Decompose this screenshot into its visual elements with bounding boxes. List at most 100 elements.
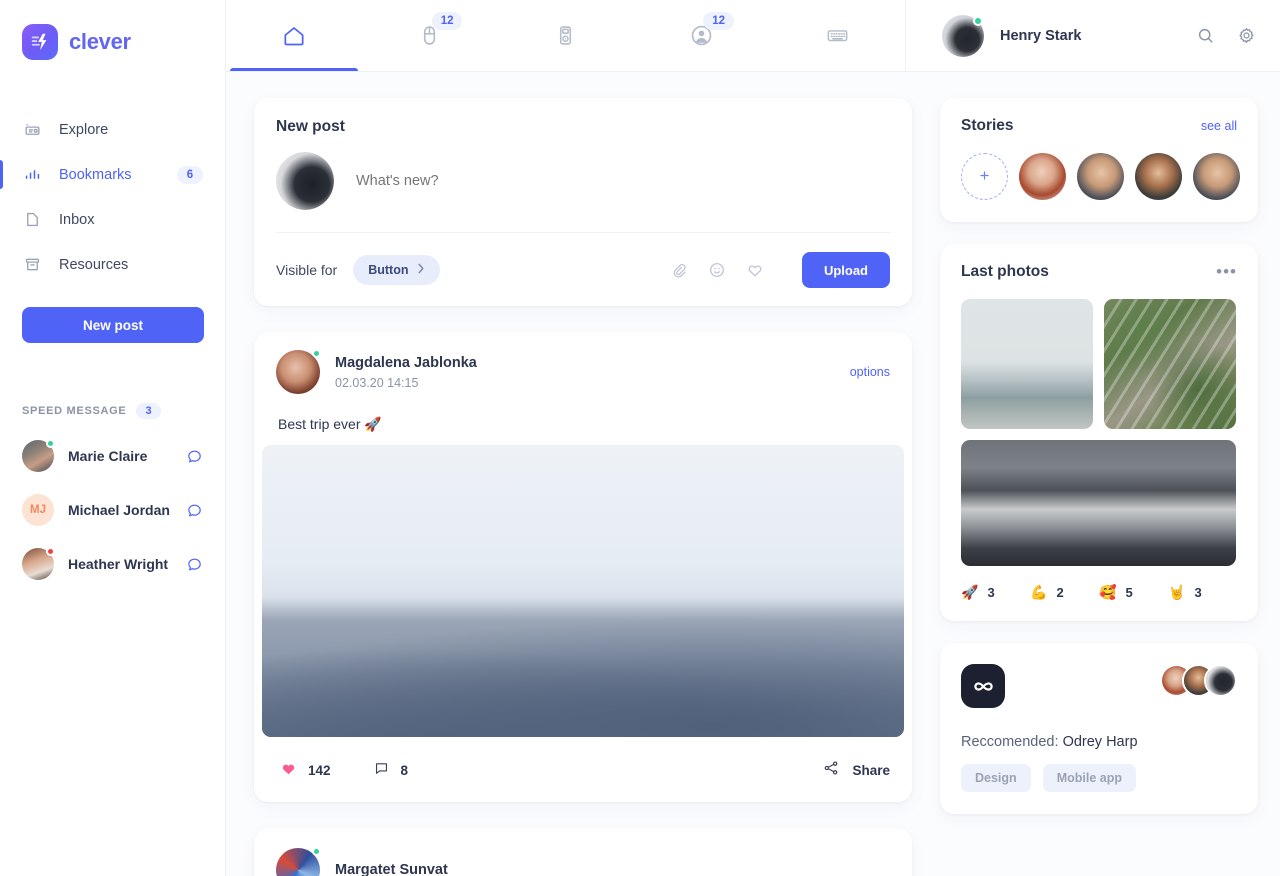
topbar-actions — [1196, 26, 1256, 45]
tab-badge-mouse: 12 — [431, 12, 463, 30]
smiling-hearts-reaction[interactable]: 🥰 5 — [1099, 584, 1168, 601]
home-icon — [284, 26, 304, 45]
status-dot-online — [312, 847, 321, 856]
feed-column: New post Visible for Button — [254, 98, 912, 876]
add-story-button[interactable] — [961, 153, 1008, 200]
tag-mobile-app[interactable]: Mobile app — [1042, 764, 1136, 792]
comment-icon — [373, 760, 390, 782]
share-label: Share — [852, 763, 890, 778]
heart-filled-icon — [280, 760, 297, 782]
sidebar-item-explore[interactable]: Explore — [0, 107, 225, 152]
avatar — [22, 547, 55, 580]
contact-item[interactable]: Heather Wright — [0, 537, 225, 591]
visibility-dropdown-label: Button — [368, 263, 409, 277]
photo-grid — [940, 281, 1258, 566]
avatar — [22, 439, 55, 472]
share-button[interactable]: Share — [822, 759, 890, 782]
chat-bubble-icon[interactable] — [186, 556, 203, 573]
recommended-card: Reccomended: Odrey Harp Design Mobile ap… — [940, 643, 1258, 814]
photo-item[interactable] — [961, 299, 1093, 429]
avatar[interactable] — [276, 349, 321, 394]
avatar: MJ — [22, 494, 54, 526]
contact-item[interactable]: MJ Michael Jordan — [0, 483, 225, 537]
stories-list — [940, 135, 1258, 222]
photo-item[interactable] — [1104, 299, 1236, 429]
rock-on-emoji: 🤘 — [1168, 584, 1186, 600]
tag-design[interactable]: Design — [961, 764, 1031, 792]
last-photos-title: Last photos — [961, 263, 1049, 280]
more-horizontal-icon[interactable]: ••• — [1216, 263, 1237, 280]
rock-on-reaction[interactable]: 🤘 3 — [1168, 584, 1237, 601]
media-player-icon — [559, 26, 572, 45]
tab-media-player[interactable] — [498, 0, 634, 71]
story-item[interactable] — [1077, 153, 1124, 200]
search-icon[interactable] — [1196, 26, 1215, 45]
photo-item[interactable] — [961, 440, 1236, 566]
new-post-footer: Visible for Button Upload — [276, 233, 890, 288]
visible-for-label: Visible for — [276, 262, 338, 278]
story-item[interactable] — [1019, 153, 1066, 200]
like-stat[interactable]: 142 — [280, 760, 331, 782]
post-text: Best trip ever 🚀 — [278, 416, 382, 432]
tab-mouse[interactable]: 12 — [362, 0, 498, 71]
story-item[interactable] — [1135, 153, 1182, 200]
rocket-emoji: 🚀 — [961, 584, 979, 600]
chat-bubble-icon[interactable] — [186, 448, 203, 465]
recommended-avatars — [1160, 664, 1237, 697]
keyboard-icon — [827, 30, 847, 42]
avatar[interactable] — [276, 847, 321, 876]
sidebar-item-label: Explore — [59, 121, 109, 138]
rocket-count: 3 — [987, 585, 995, 600]
visibility-dropdown[interactable]: Button — [353, 255, 441, 285]
muscle-count: 2 — [1056, 585, 1064, 600]
stories-card: Stories see all — [940, 98, 1258, 222]
smiling-hearts-count: 5 — [1125, 585, 1133, 600]
sidebar-badge-bookmarks: 6 — [177, 165, 203, 184]
status-dot-alert — [46, 547, 55, 556]
upload-button[interactable]: Upload — [801, 252, 890, 288]
rocket-reaction[interactable]: 🚀 3 — [961, 584, 1030, 601]
tab-keyboard[interactable] — [769, 0, 905, 71]
chat-bubble-icon[interactable] — [186, 502, 203, 519]
sidebar-item-resources[interactable]: Resources — [0, 242, 225, 287]
rock-on-count: 3 — [1194, 585, 1202, 600]
like-count: 142 — [308, 763, 331, 778]
brand-logo[interactable]: clever — [0, 0, 225, 60]
contact-list: Marie Claire MJ Michael Jordan Heather W… — [0, 429, 225, 591]
user-bar: Henry Stark — [906, 0, 1280, 71]
sidebar-item-inbox[interactable]: Inbox — [0, 197, 225, 242]
app-root: clever Explore Bookmarks 6 Inbox Resourc… — [0, 0, 1280, 876]
comment-stat[interactable]: 8 — [373, 760, 408, 782]
speed-message-count: 3 — [136, 403, 161, 419]
emoji-icon[interactable] — [708, 261, 726, 279]
story-item[interactable] — [1193, 153, 1240, 200]
main-area: 12 12 Henry Stark New post What's new? V… — [226, 0, 1280, 876]
heart-icon[interactable] — [746, 261, 764, 279]
sidebar-item-label: Bookmarks — [59, 166, 132, 183]
attachment-icon[interactable] — [671, 262, 688, 279]
new-post-input-row — [276, 136, 890, 232]
post-image[interactable] — [262, 445, 904, 737]
muscle-reaction[interactable]: 💪 2 — [1030, 584, 1099, 601]
top-bar: 12 12 Henry Stark — [226, 0, 1280, 72]
tab-home[interactable] — [226, 0, 362, 71]
stories-header: Stories see all — [940, 98, 1258, 135]
inbox-icon — [22, 210, 42, 230]
stories-see-all-link[interactable]: see all — [1201, 119, 1237, 133]
gear-icon[interactable] — [1237, 26, 1256, 45]
sidebar-item-label: Resources — [59, 256, 129, 273]
status-dot-online — [312, 349, 321, 358]
smiling-hearts-emoji: 🥰 — [1099, 584, 1117, 600]
contact-item[interactable]: Marie Claire — [0, 429, 225, 483]
new-post-input[interactable] — [356, 173, 890, 189]
reactions-row: 🚀 3 💪 2 🥰 5 🤘 3 — [940, 566, 1258, 621]
left-sidebar: clever Explore Bookmarks 6 Inbox Resourc… — [0, 0, 226, 876]
tab-profile[interactable]: 12 — [633, 0, 769, 71]
recommended-tags: Design Mobile app — [961, 764, 1237, 792]
post-options-link[interactable]: options — [850, 365, 890, 379]
sidebar-item-bookmarks[interactable]: Bookmarks 6 — [0, 152, 225, 197]
new-post-button[interactable]: New post — [22, 307, 204, 343]
post-author-block: Magdalena Jablonka 02.03.20 14:15 — [335, 355, 477, 390]
avatar[interactable] — [942, 14, 984, 57]
archive-icon — [22, 255, 42, 275]
